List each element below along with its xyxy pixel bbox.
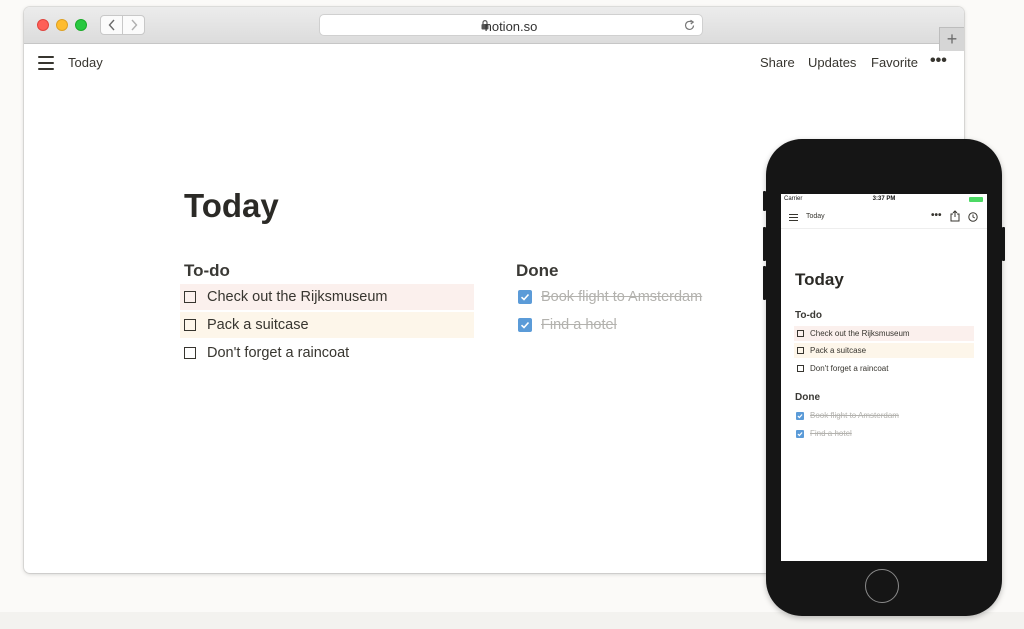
more-options-button[interactable]: •••: [930, 52, 947, 70]
battery-icon: [969, 197, 983, 202]
done-item-text: Find a hotel: [541, 317, 617, 333]
phone-power-button: [1002, 227, 1005, 261]
todo-item[interactable]: Don't forget a raincoat: [180, 340, 474, 366]
done-item[interactable]: Book flight to Amsterdam: [794, 408, 974, 423]
done-item[interactable]: Book flight to Amsterdam: [516, 284, 756, 310]
phone-topbar: Today •••: [781, 208, 987, 228]
close-window-button[interactable]: [37, 19, 49, 31]
phone-device: Carrier 3:37 PM Today ••• Today To-do Ch…: [763, 139, 1005, 616]
page-title[interactable]: Today: [795, 270, 844, 290]
phone-volume-down: [763, 266, 766, 300]
divider: [781, 228, 987, 229]
browser-titlebar: notion.so: [24, 7, 964, 44]
done-item-text: Find a hotel: [810, 429, 852, 438]
checked-checkbox[interactable]: [518, 318, 532, 332]
menu-icon[interactable]: [38, 56, 54, 74]
todo-heading[interactable]: To-do: [184, 261, 230, 281]
todo-item[interactable]: Pack a suitcase: [794, 343, 974, 358]
favorite-button[interactable]: Favorite: [871, 55, 918, 70]
checkmark-icon: [520, 293, 530, 301]
checkbox[interactable]: [797, 365, 804, 372]
done-item[interactable]: Find a hotel: [516, 312, 756, 338]
phone-mute-switch: [763, 191, 766, 211]
share-button[interactable]: Share: [760, 55, 795, 70]
done-item-text: Book flight to Amsterdam: [810, 411, 899, 420]
back-button[interactable]: [100, 15, 123, 35]
home-button[interactable]: [865, 569, 899, 603]
address-bar[interactable]: notion.so: [319, 14, 703, 36]
address-bar-url: notion.so: [484, 19, 538, 34]
clock-icon[interactable]: [968, 212, 978, 222]
phone-volume-up: [763, 227, 766, 261]
checkbox[interactable]: [184, 347, 196, 359]
todo-item[interactable]: Check out the Rijksmuseum: [794, 326, 974, 341]
checkbox[interactable]: [184, 319, 196, 331]
checked-checkbox[interactable]: [796, 411, 804, 420]
todo-item-text: Pack a suitcase: [207, 317, 309, 333]
more-options-button[interactable]: •••: [931, 210, 942, 221]
checkbox[interactable]: [184, 291, 196, 303]
share-icon[interactable]: [950, 210, 960, 222]
page-title[interactable]: Today: [184, 187, 279, 225]
checked-checkbox[interactable]: [796, 429, 804, 438]
todo-item[interactable]: Pack a suitcase: [180, 312, 474, 338]
todo-heading[interactable]: To-do: [795, 310, 822, 321]
zoom-window-button[interactable]: [75, 19, 87, 31]
reload-icon[interactable]: [683, 19, 696, 32]
phone-screen: Carrier 3:37 PM Today ••• Today To-do Ch…: [781, 194, 987, 561]
status-time: 3:37 PM: [872, 196, 896, 202]
chevron-right-icon: [130, 19, 137, 31]
done-item[interactable]: Find a hotel: [794, 426, 974, 441]
todo-item-text: Check out the Rijksmuseum: [207, 289, 388, 305]
todo-item[interactable]: Check out the Rijksmuseum: [180, 284, 474, 310]
todo-item-text: Pack a suitcase: [810, 346, 867, 355]
breadcrumb[interactable]: Today: [68, 55, 103, 70]
notion-topbar: Today Share Updates Favorite •••: [24, 44, 964, 82]
chevron-left-icon: [108, 19, 115, 31]
done-item-text: Book flight to Amsterdam: [541, 289, 703, 305]
minimize-window-button[interactable]: [56, 19, 68, 31]
todo-item[interactable]: Don't forget a raincoat: [794, 361, 974, 376]
forward-button[interactable]: [122, 15, 145, 35]
breadcrumb[interactable]: Today: [806, 213, 825, 220]
todo-item-text: Don't forget a raincoat: [207, 345, 350, 361]
checkmark-icon: [520, 321, 530, 329]
done-heading[interactable]: Done: [516, 261, 559, 281]
checked-checkbox[interactable]: [518, 290, 532, 304]
todo-item-text: Don't forget a raincoat: [810, 364, 889, 373]
checkbox[interactable]: [797, 347, 804, 354]
menu-icon[interactable]: [789, 214, 798, 223]
phone-statusbar: Carrier 3:37 PM: [781, 194, 987, 205]
checkmark-icon: [797, 413, 803, 418]
done-heading[interactable]: Done: [795, 392, 820, 403]
updates-button[interactable]: Updates: [808, 55, 856, 70]
checkbox[interactable]: [797, 330, 804, 337]
todo-item-text: Check out the Rijksmuseum: [810, 329, 910, 338]
checkmark-icon: [797, 431, 803, 436]
